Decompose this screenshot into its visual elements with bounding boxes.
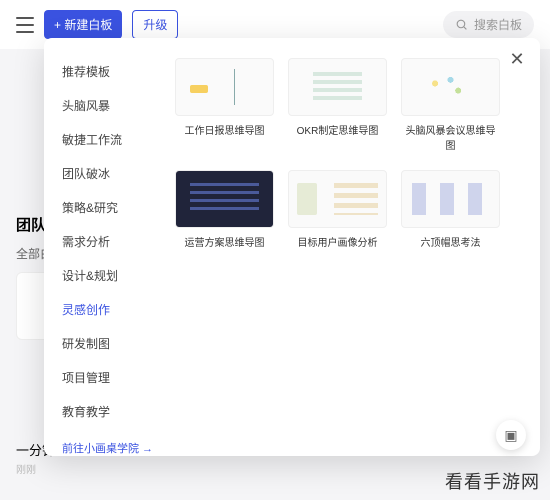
template-card[interactable]: 工作日报思维导图 [175, 58, 274, 152]
search-input[interactable]: 搜索白板 [443, 11, 534, 38]
template-grid-area: 工作日报思维导图 OKR制定思维导图 头脑风暴会议思维导图运营方案思维导图 目标用户画… [159, 38, 540, 456]
academy-link[interactable]: 前往小画桌学院 → [62, 440, 159, 456]
template-title: 工作日报思维导图 [185, 122, 265, 137]
sidebar-item-category[interactable]: 敏捷工作流 [62, 124, 159, 155]
sidebar-item-category[interactable]: 教育教学 [62, 396, 159, 427]
template-modal: ✕ 推荐模板头脑风暴敏捷工作流团队破冰策略&研究需求分析设计&规划灵感创作研发制… [44, 38, 540, 456]
sidebar-item-category[interactable]: 头脑风暴 [62, 90, 159, 121]
template-thumbnail [288, 58, 387, 116]
template-card[interactable]: 六顶帽思考法 [401, 170, 500, 249]
template-thumbnail [401, 170, 500, 228]
template-card[interactable]: 头脑风暴会议思维导图 [401, 58, 500, 152]
template-card[interactable]: 运营方案思维导图 [175, 170, 274, 249]
template-thumbnail [288, 170, 387, 228]
hamburger-menu-icon[interactable] [16, 17, 34, 33]
help-icon: ▣ [504, 427, 517, 444]
sidebar-item-category[interactable]: 需求分析 [62, 226, 159, 257]
template-thumbnail [401, 58, 500, 116]
template-title: 头脑风暴会议思维导图 [401, 122, 500, 152]
sidebar-item-category[interactable]: 团队破冰 [62, 158, 159, 189]
help-float-button[interactable]: ▣ [496, 420, 526, 450]
template-thumbnail [175, 170, 274, 228]
template-title: 六顶帽思考法 [421, 234, 481, 249]
new-board-button[interactable]: + 新建白板 [44, 10, 122, 39]
template-title: 目标用户画像分析 [298, 234, 378, 249]
sidebar-item-category[interactable]: 设计&规划 [62, 260, 159, 291]
template-thumbnail [175, 58, 274, 116]
sidebar-item-category[interactable]: 研发制图 [62, 328, 159, 359]
template-title: OKR制定思维导图 [297, 122, 379, 137]
watermark-text: 看看手游网 [445, 468, 540, 494]
sidebar-item-category[interactable]: 项目管理 [62, 362, 159, 393]
template-card[interactable]: 目标用户画像分析 [288, 170, 387, 249]
close-button[interactable]: ✕ [506, 48, 528, 70]
sidebar-item-category[interactable]: 策略&研究 [62, 192, 159, 223]
sidebar-item-category[interactable]: 灵感创作 [62, 294, 159, 325]
template-title: 运营方案思维导图 [185, 234, 265, 249]
close-icon: ✕ [509, 49, 524, 70]
search-icon [455, 18, 468, 31]
upgrade-button[interactable]: 升级 [132, 10, 178, 39]
template-category-sidebar: 推荐模板头脑风暴敏捷工作流团队破冰策略&研究需求分析设计&规划灵感创作研发制图项… [44, 38, 159, 456]
search-placeholder: 搜索白板 [474, 16, 522, 33]
sidebar-item-category[interactable]: 推荐模板 [62, 56, 159, 87]
template-card[interactable]: OKR制定思维导图 [288, 58, 387, 152]
